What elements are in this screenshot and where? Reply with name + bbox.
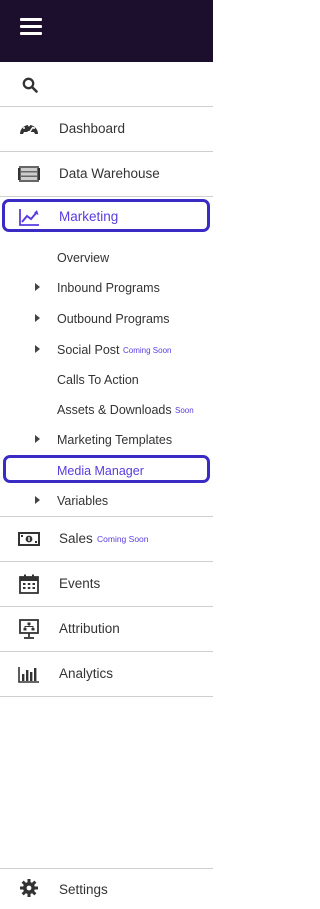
bar-chart-icon: [18, 667, 39, 683]
cash-icon: [18, 532, 40, 546]
sub-label-assets: Assets & Downloads: [57, 403, 172, 417]
nav-label-sales: Sales: [59, 531, 93, 546]
gear-icon: [20, 879, 38, 897]
nav-label-attribution: Attribution: [59, 621, 120, 636]
soon-badge: Soon: [175, 406, 194, 415]
sub-label-social: Social Post: [57, 343, 120, 357]
caret-right-icon[interactable]: [35, 314, 40, 322]
presentation-board-icon: [19, 619, 39, 639]
nav-item-data-warehouse[interactable]: Data Warehouse: [0, 152, 213, 197]
nav-label-events: Events: [59, 576, 101, 591]
search-icon[interactable]: [22, 77, 38, 93]
nav-item-analytics[interactable]: Analytics: [0, 652, 213, 697]
marketing-highlight-box: [2, 199, 210, 232]
sub-label-variables: Variables: [57, 494, 109, 508]
sub-label-overview: Overview: [57, 251, 110, 265]
nav-item-events[interactable]: Events: [0, 562, 213, 607]
nav-item-settings[interactable]: Settings: [0, 869, 213, 909]
nav-label-settings: Settings: [59, 882, 108, 897]
caret-right-icon[interactable]: [35, 496, 40, 504]
sub-item-assets-downloads[interactable]: Assets & Downloads Soon: [0, 395, 213, 425]
sub-item-calls-to-action[interactable]: Calls To Action: [0, 365, 213, 395]
coming-soon-badge: Coming Soon: [97, 534, 149, 544]
sub-label-cta: Calls To Action: [57, 373, 139, 387]
nav-item-sales[interactable]: Sales Coming Soon: [0, 517, 213, 562]
sub-item-inbound-programs[interactable]: Inbound Programs: [0, 273, 213, 303]
search-row[interactable]: [0, 62, 213, 107]
caret-right-icon[interactable]: [35, 435, 40, 443]
sub-label-templates: Marketing Templates: [57, 433, 173, 447]
hamburger-menu-icon[interactable]: [20, 18, 42, 36]
server-rack-icon: [18, 166, 40, 182]
nav-label-analytics: Analytics: [59, 666, 114, 681]
coming-soon-badge: Coming Soon: [123, 346, 172, 355]
nav-item-attribution[interactable]: Attribution: [0, 607, 213, 652]
media-manager-highlight-box: [3, 455, 210, 483]
caret-right-icon[interactable]: [35, 283, 40, 291]
top-bar: [0, 0, 213, 62]
sub-item-variables[interactable]: Variables: [0, 486, 213, 516]
nav-item-dashboard[interactable]: Dashboard: [0, 107, 213, 152]
gauge-icon: [20, 124, 38, 135]
sub-item-outbound-programs[interactable]: Outbound Programs: [0, 304, 213, 334]
calendar-icon: [19, 574, 39, 594]
nav-label-dashboard: Dashboard: [59, 121, 126, 136]
nav-label-data-warehouse: Data Warehouse: [59, 166, 160, 181]
sub-label-inbound: Inbound Programs: [57, 281, 160, 295]
sub-item-overview[interactable]: Overview: [0, 243, 213, 273]
sub-item-marketing-templates[interactable]: Marketing Templates: [0, 425, 213, 455]
caret-right-icon[interactable]: [35, 345, 40, 353]
sub-item-social-post[interactable]: Social Post Coming Soon: [0, 335, 213, 365]
sub-label-outbound: Outbound Programs: [57, 312, 170, 326]
